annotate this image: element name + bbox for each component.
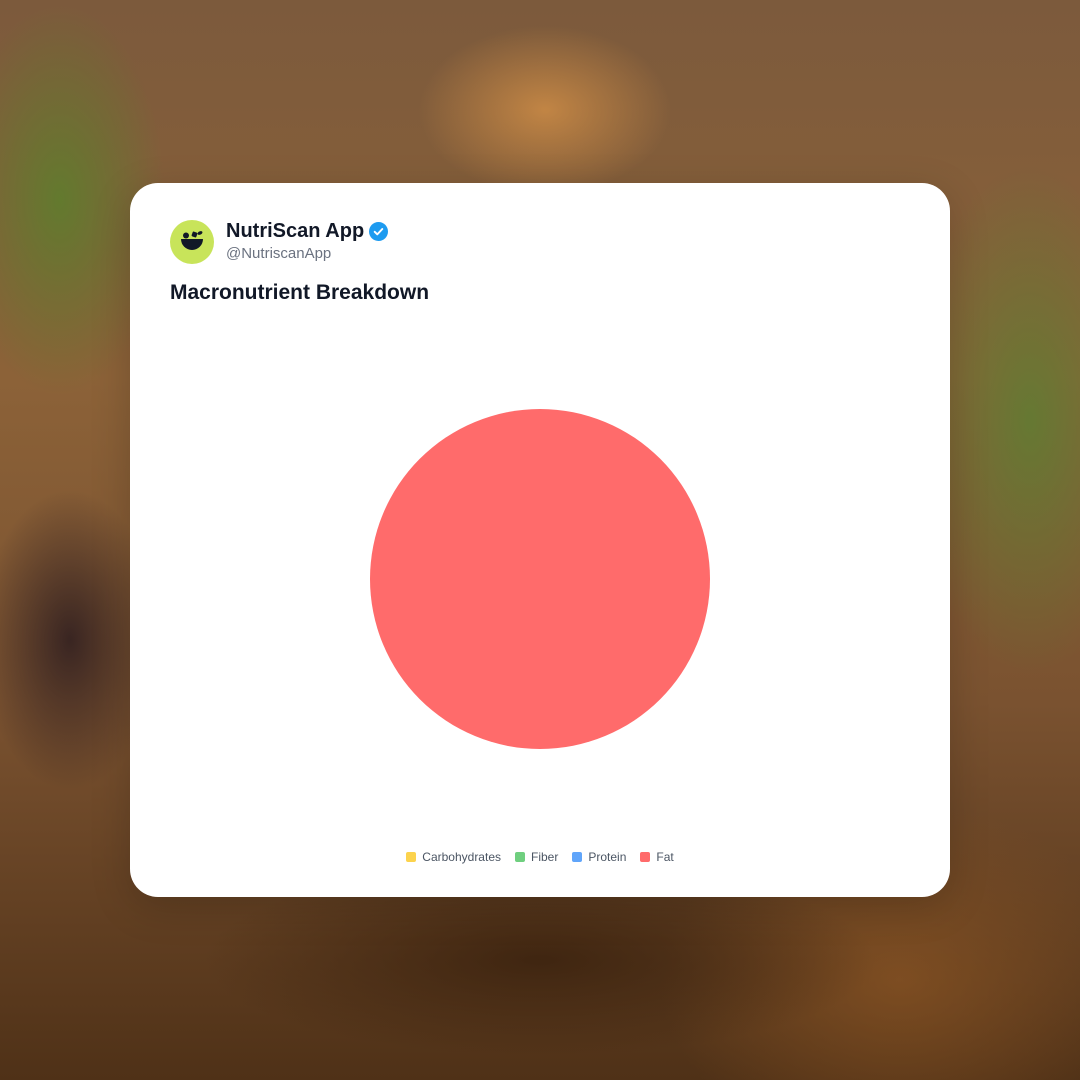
legend-label-fat: Fat bbox=[656, 850, 674, 864]
post-card: NutriScan App @NutriscanApp Macronutrien… bbox=[130, 183, 950, 897]
legend-item-fiber[interactable]: Fiber bbox=[515, 850, 558, 864]
legend-swatch-protein bbox=[572, 852, 583, 862]
legend-item-fat[interactable]: Fat bbox=[640, 850, 674, 864]
legend-swatch-fat bbox=[640, 852, 651, 862]
legend-swatch-carbohydrates bbox=[406, 852, 417, 862]
pie-chart bbox=[370, 409, 710, 749]
legend-swatch-fiber bbox=[515, 852, 525, 862]
legend-item-protein[interactable]: Protein bbox=[572, 850, 626, 864]
legend-item-carbohydrates[interactable]: Carbohydrates bbox=[406, 850, 501, 864]
chart-legend: Carbohydrates Fiber Protein Fat bbox=[130, 850, 950, 864]
legend-label-protein: Protein bbox=[588, 850, 627, 864]
legend-label-carbohydrates: Carbohydrates bbox=[422, 850, 501, 864]
pie-slice-fat[interactable] bbox=[370, 409, 710, 749]
legend-label-fiber: Fiber bbox=[531, 850, 559, 864]
